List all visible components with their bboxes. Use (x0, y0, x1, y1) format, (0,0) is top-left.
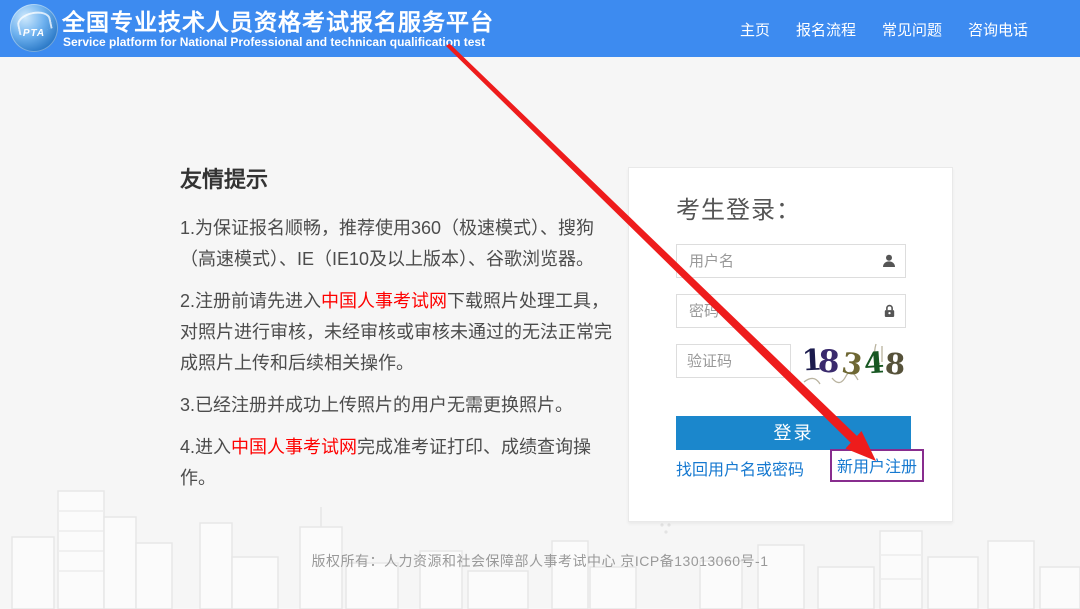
page: PTA 全国专业技术人员资格考试报名服务平台 Service platform … (0, 0, 1080, 609)
captcha-field (676, 344, 791, 378)
tip-text: 3.已经注册并成功上传照片的用户无需更换照片。 (180, 395, 574, 415)
cpta-site-link[interactable]: 中国人事考试网 (321, 291, 447, 311)
pta-logo-icon: PTA (10, 4, 58, 52)
tip-item-1: 1.为保证报名顺畅，推荐使用360（极速模式）、搜狗（高速模式）、IE（IE10… (180, 213, 612, 275)
site-subtitle: Service platform for National Profession… (63, 35, 486, 49)
tip-text: 4.进入 (180, 437, 232, 457)
tips-section: 友情提示 1.为保证报名顺畅，推荐使用360（极速模式）、搜狗（高速模式）、IE… (180, 162, 612, 505)
nav-home[interactable]: 主页 (740, 19, 770, 40)
logo-text: PTA (22, 28, 46, 39)
nav-faq[interactable]: 常见问题 (882, 19, 942, 40)
login-heading: 考生登录： (676, 197, 801, 224)
username-input[interactable] (677, 245, 905, 277)
site-title: 全国专业技术人员资格考试报名服务平台 (62, 9, 494, 35)
cpta-site-link[interactable]: 中国人事考试网 (231, 437, 357, 457)
captcha-digit: 8 (884, 346, 907, 382)
tip-item-4: 4.进入中国人事考试网完成准考证打印、成绩查询操作。 (180, 432, 612, 494)
login-button[interactable]: 登录 (676, 416, 911, 450)
captcha-image[interactable]: 1 8 3 4 8 (798, 338, 910, 385)
tip-item-2: 2.注册前请先进入中国人事考试网下载照片处理工具，对照片进行审核，未经审核或审核… (180, 286, 612, 379)
nav-registration-process[interactable]: 报名流程 (796, 19, 856, 40)
nav-consult-phone[interactable]: 咨询电话 (968, 19, 1028, 40)
captcha-input[interactable] (677, 345, 790, 377)
footer-copyright: 版权所有：人力资源和社会保障部人事考试中心 京ICP备13013060号-1 (311, 553, 769, 569)
forgot-credentials-link[interactable]: 找回用户名或密码 (676, 456, 804, 480)
password-input[interactable] (677, 295, 905, 327)
lock-icon (882, 304, 897, 319)
captcha-digit: 8 (816, 343, 841, 381)
tip-text: 1.为保证报名顺畅，推荐使用360（极速模式）、搜狗（高速模式）、IE（IE10… (180, 218, 595, 269)
header-nav: 主页 报名流程 常见问题 咨询电话 (740, 19, 1028, 40)
login-panel: 考生登录： 1 8 3 4 (628, 167, 953, 522)
tip-item-3: 3.已经注册并成功上传照片的用户无需更换照片。 (180, 390, 612, 421)
password-field (676, 294, 906, 328)
captcha-digit: 4 (862, 345, 886, 381)
username-field (676, 244, 906, 278)
tip-text: 2.注册前请先进入 (180, 291, 322, 311)
tips-heading: 友情提示 (180, 167, 269, 192)
header: PTA 全国专业技术人员资格考试报名服务平台 Service platform … (0, 0, 1080, 57)
user-icon (881, 253, 897, 269)
new-user-register-link[interactable]: 新用户注册 (830, 449, 925, 482)
